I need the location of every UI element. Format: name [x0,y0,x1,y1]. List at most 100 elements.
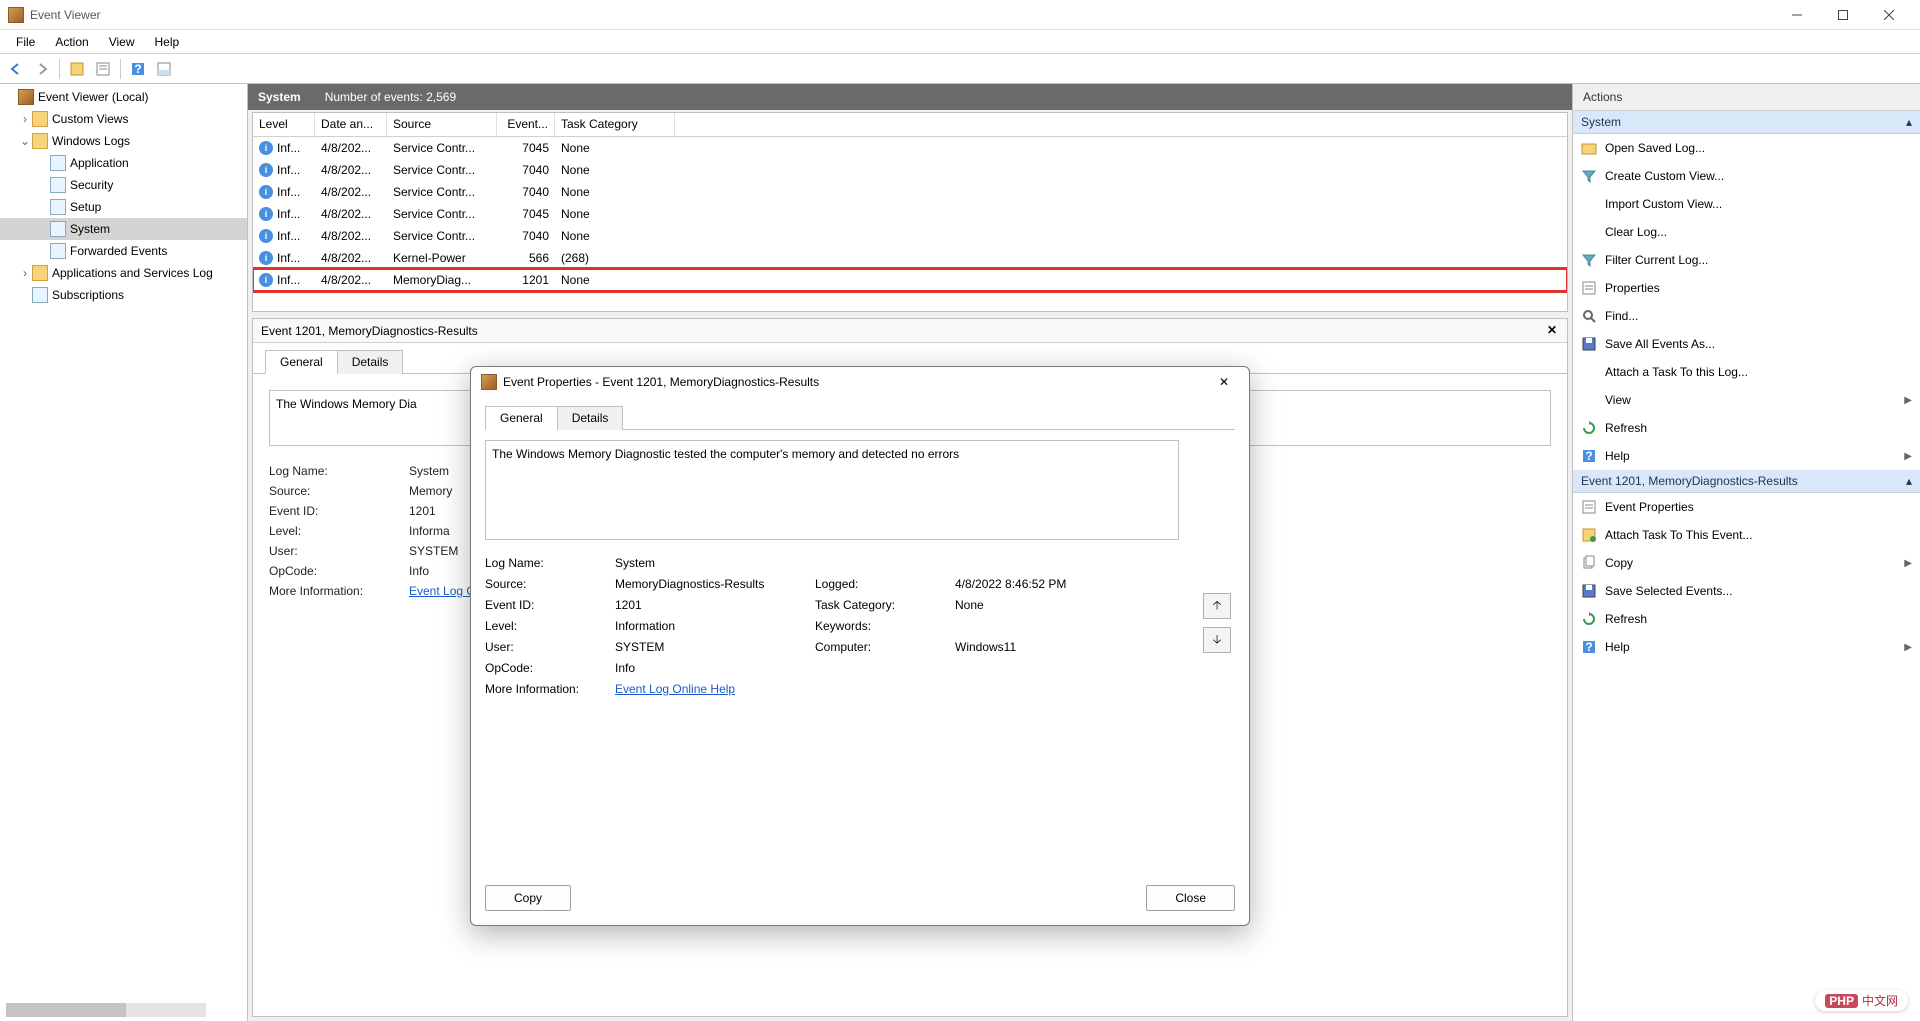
col-category[interactable]: Task Category [555,113,675,136]
action-open-saved-log[interactable]: Open Saved Log... [1573,134,1920,162]
dialog-close-button[interactable]: ✕ [1209,367,1239,397]
dialog-titlebar[interactable]: Event Properties - Event 1201, MemoryDia… [471,367,1249,397]
action-save-selected-events[interactable]: Save Selected Events... [1573,577,1920,605]
action-copy[interactable]: Copy▶ [1573,549,1920,577]
event-row[interactable]: iInf...4/8/202...Service Contr...7045Non… [253,203,1567,225]
action-save-all-events-as[interactable]: Save All Events As... [1573,330,1920,358]
event-rows[interactable]: iInf...4/8/202...Service Contr...7045Non… [253,137,1567,311]
action-label: Import Custom View... [1605,197,1722,211]
actions-section-event[interactable]: Event 1201, MemoryDiagnostics-Results▴ [1573,470,1920,493]
dialog-tab-general[interactable]: General [485,406,558,430]
k-opcode: OpCode: [269,564,409,578]
action-import-custom-view[interactable]: Import Custom View... [1573,190,1920,218]
v-eventid: 1201 [615,598,815,612]
minimize-button[interactable] [1774,0,1820,30]
action-attach-a-task-to-this-log[interactable]: Attach a Task To this Log... [1573,358,1920,386]
detail-header: Event 1201, MemoryDiagnostics-Results ✕ [253,319,1567,343]
tree-log-forwarded[interactable]: Forwarded Events [0,240,247,262]
action-attach-task-to-this-event[interactable]: Attach Task To This Event... [1573,521,1920,549]
action-create-custom-view[interactable]: Create Custom View... [1573,162,1920,190]
menu-action[interactable]: Action [45,32,98,52]
back-button[interactable] [4,57,28,81]
close-dialog-button[interactable]: Close [1146,885,1235,911]
scrollbar-thumb[interactable] [6,1003,126,1017]
col-eventid[interactable]: Event... [497,113,555,136]
event-row[interactable]: iInf...4/8/202...MemoryDiag...1201None [253,269,1567,291]
action-properties[interactable]: Properties [1573,274,1920,302]
folder-icon [32,133,48,149]
tree-windows-logs[interactable]: ⌄Windows Logs [0,130,247,152]
action-clear-log[interactable]: Clear Log... [1573,218,1920,246]
tree-log-application[interactable]: Application [0,152,247,174]
menu-help[interactable]: Help [145,32,190,52]
close-button[interactable] [1866,0,1912,30]
v-category: None [955,598,1155,612]
k-category: Task Category: [815,598,955,612]
prev-event-button[interactable]: 🡡 [1203,593,1231,619]
event-row[interactable]: iInf...4/8/202...Service Contr...7040Non… [253,159,1567,181]
action-view[interactable]: View▶ [1573,386,1920,414]
next-event-button[interactable]: 🡣 [1203,627,1231,653]
expand-icon[interactable]: › [18,266,32,280]
column-headers[interactable]: Level Date an... Source Event... Task Ca… [253,113,1567,137]
collapse-icon[interactable]: ▴ [1906,474,1912,488]
tab-details[interactable]: Details [337,350,404,374]
tree-log-system[interactable]: System [0,218,247,240]
col-date[interactable]: Date an... [315,113,387,136]
subscriptions-icon [32,287,48,303]
event-row[interactable]: iInf...4/8/202...Kernel-Power566(268) [253,247,1567,269]
tree-root[interactable]: Event Viewer (Local) [0,86,247,108]
show-tree-button[interactable] [65,57,89,81]
action-refresh[interactable]: Refresh [1573,605,1920,633]
menu-view[interactable]: View [99,32,145,52]
toolbar-separator [120,59,121,79]
detail-close-button[interactable]: ✕ [1543,321,1561,339]
help-button[interactable]: ? [126,57,150,81]
svg-text:?: ? [1585,640,1592,654]
expand-icon[interactable]: › [18,112,32,126]
event-row[interactable]: iInf...4/8/202...Service Contr...7040Non… [253,225,1567,247]
collapse-icon[interactable]: ▴ [1906,115,1912,129]
event-row[interactable]: iInf...4/8/202...Service Contr...7040Non… [253,181,1567,203]
event-list-header: System Number of events: 2,569 [248,84,1572,110]
col-source[interactable]: Source [387,113,497,136]
event-row[interactable]: iInf...4/8/202...Service Contr...7045Non… [253,137,1567,159]
tree-log-security[interactable]: Security [0,174,247,196]
dialog-tab-details[interactable]: Details [557,406,624,430]
col-level[interactable]: Level [253,113,315,136]
preview-button[interactable] [152,57,176,81]
tab-general[interactable]: General [265,350,338,374]
action-label: Find... [1605,309,1638,323]
save-icon [1581,583,1597,599]
cell-source: Service Contr... [387,229,497,243]
event-count: Number of events: 2,569 [325,90,456,104]
tree-log-setup[interactable]: Setup [0,196,247,218]
maximize-button[interactable] [1820,0,1866,30]
tree-custom-views[interactable]: ›Custom Views [0,108,247,130]
tree-subscriptions[interactable]: Subscriptions [0,284,247,306]
action-filter-current-log[interactable]: Filter Current Log... [1573,246,1920,274]
action-find[interactable]: Find... [1573,302,1920,330]
action-refresh[interactable]: Refresh [1573,414,1920,442]
menu-file[interactable]: File [6,32,45,52]
collapse-icon[interactable]: ⌄ [18,134,32,148]
cell-date: 4/8/202... [315,251,387,265]
k-computer: Computer: [815,640,955,654]
tree-apps-services[interactable]: ›Applications and Services Log [0,262,247,284]
action-label: Refresh [1605,421,1647,435]
cell-category: (268) [555,251,675,265]
action-help[interactable]: ?Help▶ [1573,442,1920,470]
k-logged: Logged: [815,577,955,591]
online-help-link[interactable]: Event Log Online Help [615,682,735,696]
action-help[interactable]: ?Help▶ [1573,633,1920,661]
properties-button[interactable] [91,57,115,81]
forward-button[interactable] [30,57,54,81]
action-event-properties[interactable]: Event Properties [1573,493,1920,521]
actions-section-system[interactable]: System▴ [1573,111,1920,134]
action-label: Help [1605,449,1630,463]
copy-button[interactable]: Copy [485,885,571,911]
tree-pane[interactable]: Event Viewer (Local) ›Custom Views ⌄Wind… [0,84,248,1021]
event-properties-dialog[interactable]: Event Properties - Event 1201, MemoryDia… [470,366,1250,926]
tree-scrollbar[interactable] [6,1003,206,1017]
event-list[interactable]: Level Date an... Source Event... Task Ca… [252,112,1568,312]
